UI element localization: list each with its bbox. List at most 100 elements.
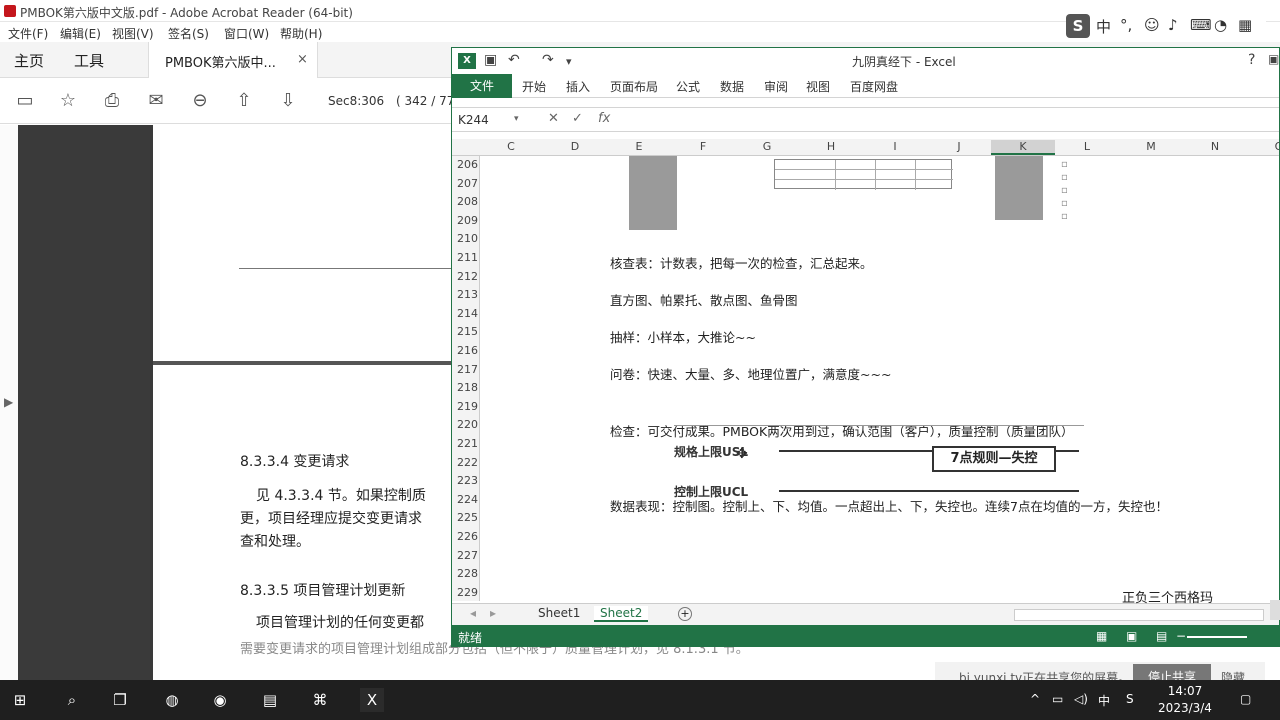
tab-page-layout[interactable]: 页面布局 [610, 78, 658, 95]
row-header[interactable]: 210 [452, 232, 478, 245]
column-header[interactable]: F [671, 140, 735, 153]
cell-text[interactable]: 问卷：快速、大量、多、地理位置广，满意度~~~ [610, 364, 891, 383]
bookmark-star-icon[interactable]: ☆ [56, 90, 80, 112]
customize-icon[interactable]: ▾ [566, 55, 572, 68]
column-header[interactable]: E [607, 140, 671, 153]
ime-punctuation[interactable]: °, [1120, 16, 1132, 34]
search-icon[interactable]: ⌕ [60, 688, 84, 712]
column-header[interactable]: L [1055, 140, 1119, 153]
tab-home[interactable]: 主页 [14, 50, 44, 71]
row-header[interactable]: 225 [452, 511, 478, 524]
page-up-icon[interactable]: ⇧ [232, 90, 256, 112]
tab-file[interactable]: 文件 [452, 74, 512, 98]
acrobat-icon[interactable]: ⌘ [308, 688, 332, 712]
ime-language[interactable]: 中 [1096, 16, 1111, 37]
row-header[interactable]: 227 [452, 549, 478, 562]
tab-insert[interactable]: 插入 [566, 78, 590, 95]
email-icon[interactable]: ✉ [144, 90, 168, 112]
menu-file[interactable]: 文件(F) [8, 25, 48, 42]
name-box-dropdown-icon[interactable]: ▾ [514, 114, 519, 124]
column-header[interactable]: I [863, 140, 927, 153]
excel-icon[interactable]: X [360, 688, 384, 712]
tab-data[interactable]: 数据 [720, 78, 744, 95]
row-header[interactable]: 221 [452, 437, 478, 450]
tab-document[interactable]: PMBOK第六版中... × [148, 42, 318, 78]
cell-text[interactable]: 抽样：小样本，大推论~~ [610, 327, 756, 346]
page-break-view-icon[interactable]: ▤ [1156, 629, 1167, 643]
row-header[interactable]: 213 [452, 288, 478, 301]
scroll-button[interactable] [1270, 600, 1280, 620]
column-header[interactable]: C [479, 140, 543, 153]
tab-view[interactable]: 视图 [806, 78, 830, 95]
volume-icon[interactable]: ◁) [1074, 692, 1088, 706]
embedded-table-image[interactable] [774, 159, 953, 190]
tray-up-icon[interactable]: ^ [1030, 692, 1040, 706]
tab-home[interactable]: 开始 [522, 78, 546, 95]
column-header[interactable]: M [1119, 140, 1183, 153]
row-header[interactable]: 218 [452, 381, 478, 394]
column-header-selected[interactable]: K [991, 140, 1055, 155]
control-chart-image[interactable]: 规格上限USL 控制上限UCL 7点规则—失控 [674, 425, 1084, 499]
close-icon[interactable]: × [297, 52, 308, 67]
emoji-icon[interactable]: ☺ [1144, 16, 1160, 34]
cell-grid[interactable]: ▫ ▫ ▫ ▫ ▫ 核查表：计数表，把每一次的检查，汇总起来。 直方图、帕累托、散点图、… [480, 156, 1279, 601]
undo-icon[interactable]: ↶ [508, 52, 520, 68]
menu-sign[interactable]: 签名(S) [168, 25, 209, 42]
sogou-ime-icon[interactable]: S [1066, 14, 1090, 38]
voice-icon[interactable]: ♪ [1168, 16, 1178, 34]
clock[interactable]: 14:07 2023/3/4 [1155, 683, 1215, 717]
zoom-out-icon[interactable]: − [1176, 629, 1186, 643]
explorer-icon[interactable]: ▤ [258, 688, 282, 712]
task-view-icon[interactable]: ❐ [108, 688, 132, 712]
print-icon[interactable]: ⎙ [100, 90, 124, 112]
embedded-image[interactable] [995, 156, 1043, 220]
browser-icon[interactable]: ◍ [160, 688, 184, 712]
row-header[interactable]: 207 [452, 177, 478, 190]
help-icon[interactable]: ? [1248, 52, 1255, 68]
page-label[interactable]: Sec8:306 [328, 94, 384, 108]
row-header[interactable]: 215 [452, 325, 478, 338]
redo-icon[interactable]: ↷ [542, 52, 554, 68]
row-header[interactable]: 211 [452, 251, 478, 264]
function-icon[interactable]: fx [598, 111, 610, 126]
zoom-out-icon[interactable]: ⊖ [188, 90, 212, 112]
horizontal-scrollbar[interactable] [1014, 609, 1264, 621]
tab-formulas[interactable]: 公式 [676, 78, 700, 95]
normal-view-icon[interactable]: ▦ [1096, 629, 1107, 643]
row-header[interactable]: 214 [452, 307, 478, 320]
keyboard-icon[interactable]: ⌨ [1190, 16, 1212, 34]
sheet-tab-active[interactable]: Sheet2 [594, 606, 649, 622]
column-header[interactable]: H [799, 140, 863, 153]
row-header[interactable]: 228 [452, 567, 478, 580]
tab-review[interactable]: 审阅 [764, 78, 788, 95]
skin-icon[interactable]: ◔ [1214, 16, 1227, 34]
save-icon[interactable]: ▭ [13, 90, 37, 112]
tab-baidu-netdisk[interactable]: 百度网盘 [850, 78, 898, 95]
column-header[interactable]: J [927, 140, 991, 153]
menu-view[interactable]: 视图(V) [112, 25, 154, 42]
expand-panel-icon[interactable]: ▶ [4, 395, 13, 409]
row-header[interactable]: 229 [452, 586, 478, 599]
cell-text[interactable]: 核查表：计数表，把每一次的检查，汇总起来。 [610, 253, 873, 272]
tab-tools[interactable]: 工具 [74, 50, 104, 71]
scroll-right-icon[interactable]: ▸ [490, 606, 496, 620]
embedded-image[interactable] [629, 156, 677, 230]
chrome-icon[interactable]: ◉ [208, 688, 232, 712]
column-header[interactable]: N [1183, 140, 1247, 153]
add-sheet-icon[interactable]: + [678, 607, 692, 621]
cell-text[interactable]: 直方图、帕累托、散点图、鱼骨图 [610, 290, 798, 309]
menu-window[interactable]: 窗口(W) [224, 25, 269, 42]
row-header[interactable]: 219 [452, 400, 478, 413]
row-header[interactable]: 206 [452, 158, 478, 171]
page-layout-view-icon[interactable]: ▣ [1126, 629, 1137, 643]
row-header[interactable]: 216 [452, 344, 478, 357]
name-box[interactable]: K244 [458, 113, 489, 127]
column-header[interactable]: O [1247, 140, 1279, 153]
row-header[interactable]: 220 [452, 418, 478, 431]
sheet-tab[interactable]: Sheet1 [538, 606, 580, 620]
page-down-icon[interactable]: ⇩ [276, 90, 300, 112]
row-header[interactable]: 208 [452, 195, 478, 208]
zoom-slider[interactable] [1187, 636, 1247, 638]
enter-icon[interactable]: ✓ [572, 111, 583, 126]
menu-help[interactable]: 帮助(H) [280, 25, 322, 42]
